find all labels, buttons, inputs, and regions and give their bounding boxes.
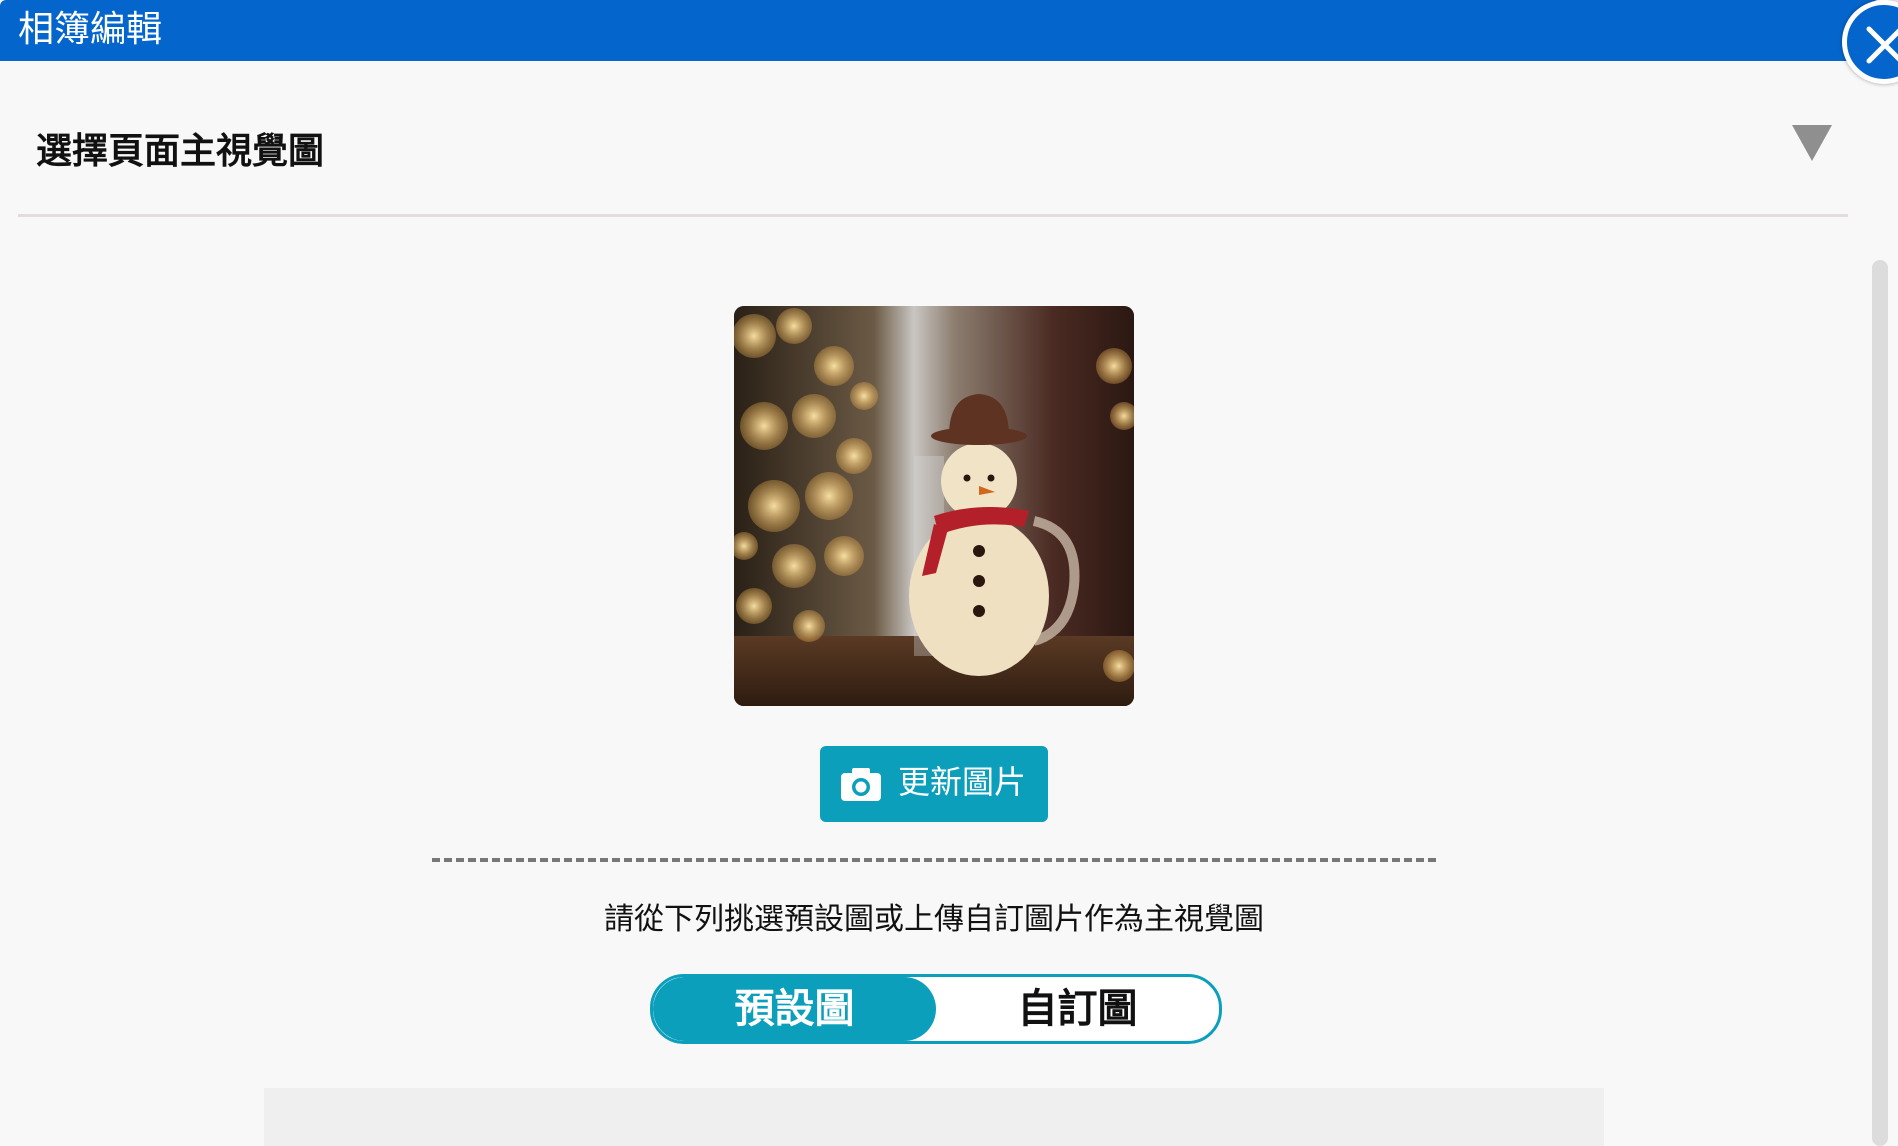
scrollbar[interactable] bbox=[1872, 260, 1888, 1146]
dialog-title: 相簿編輯 bbox=[18, 9, 163, 50]
chevron-down-icon[interactable] bbox=[1792, 125, 1832, 161]
update-image-button[interactable]: 更新圖片 bbox=[820, 746, 1048, 822]
section-heading: 選擇頁面主視覺圖 bbox=[36, 131, 325, 172]
camera-icon bbox=[841, 768, 881, 801]
section-divider bbox=[18, 214, 1848, 217]
toggle-custom-images[interactable]: 自訂圖 bbox=[936, 977, 1219, 1041]
main-visual-preview bbox=[734, 306, 1134, 706]
toggle-default-images[interactable]: 預設圖 bbox=[653, 977, 936, 1041]
dialog-titlebar: 相簿編輯 bbox=[0, 0, 1880, 61]
update-image-label: 更新圖片 bbox=[898, 763, 1027, 801]
section-header[interactable]: 選擇頁面主視覺圖 bbox=[0, 100, 1850, 180]
preview-image bbox=[734, 306, 1134, 706]
image-grid-panel bbox=[264, 1088, 1604, 1146]
close-icon bbox=[1866, 26, 1898, 64]
instruction-text: 請從下列挑選預設圖或上傳自訂圖片作為主視覺圖 bbox=[604, 902, 1264, 937]
dashed-divider bbox=[432, 858, 1436, 862]
image-source-toggle[interactable]: 預設圖 自訂圖 bbox=[650, 974, 1222, 1044]
